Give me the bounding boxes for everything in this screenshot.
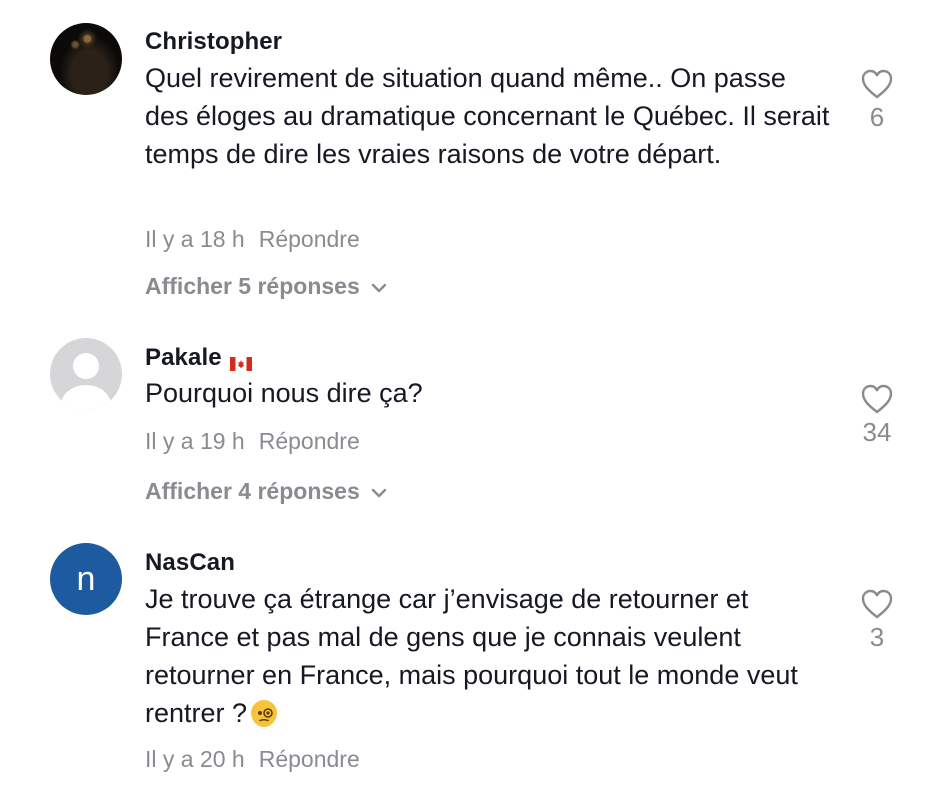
like-button[interactable]: 3	[852, 588, 902, 653]
heart-outline-icon	[852, 383, 902, 415]
chevron-down-icon	[370, 478, 388, 505]
comment-text-body: Je trouve ça étrange car j’envisage de r…	[145, 584, 798, 728]
avatar-body	[61, 385, 111, 410]
like-count: 3	[869, 622, 885, 652]
avatar[interactable]	[50, 23, 122, 95]
view-replies-button[interactable]: Afficher 4 réponses	[145, 478, 388, 506]
comment-username[interactable]: NasCan	[145, 549, 235, 577]
chevron-down-icon	[370, 273, 388, 300]
like-count: 6	[869, 102, 885, 132]
reply-button[interactable]: Répondre	[259, 428, 360, 454]
like-button[interactable]: 34	[852, 383, 902, 448]
comment-meta: Il y a 18 h Répondre	[145, 226, 360, 253]
comment-text: Pourquoi nous dire ça?	[145, 378, 423, 408]
comment-time: Il y a 19 h	[145, 428, 245, 454]
view-replies-button[interactable]: Afficher 5 réponses	[145, 273, 388, 301]
canada-flag-icon	[229, 350, 252, 371]
view-replies-label: Afficher 4 réponses	[145, 478, 360, 504]
reply-button[interactable]: Répondre	[259, 226, 360, 252]
heart-outline-icon	[852, 68, 902, 100]
comment-username[interactable]: Pakale	[145, 344, 252, 372]
comment-text: Quel revirement de situation quand même.…	[145, 63, 830, 169]
avatar-head	[73, 353, 99, 379]
heart-outline-icon	[852, 588, 902, 620]
comment-time: Il y a 20 h	[145, 746, 245, 772]
avatar[interactable]	[50, 338, 122, 410]
comment-text: Je trouve ça étrange car j’envisage de r…	[145, 580, 835, 732]
like-button[interactable]: 6	[852, 68, 902, 133]
comment-meta: Il y a 19 h Répondre	[145, 428, 360, 455]
face-with-monocle-icon	[251, 699, 278, 727]
comment-username[interactable]: Christopher	[145, 28, 282, 56]
reply-button[interactable]: Répondre	[259, 746, 360, 772]
comment-meta: Il y a 20 h Répondre	[145, 746, 360, 773]
comment-time: Il y a 18 h	[145, 226, 245, 252]
avatar[interactable]: n	[50, 543, 122, 615]
like-count: 34	[862, 417, 892, 447]
view-replies-label: Afficher 5 réponses	[145, 273, 360, 299]
username-label: Pakale	[145, 344, 222, 371]
